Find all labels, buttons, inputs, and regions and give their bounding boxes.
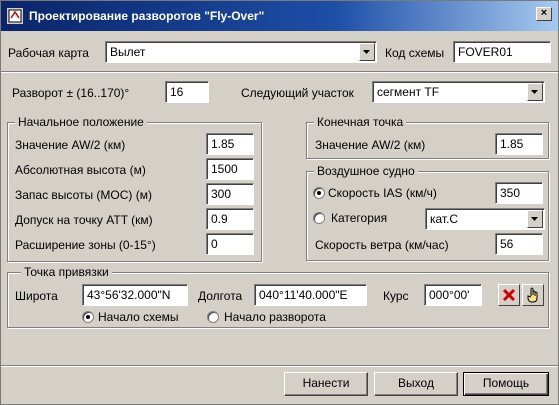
extension-input[interactable]: 0 (206, 233, 254, 255)
apply-button[interactable]: Нанести (284, 372, 368, 396)
dialog-window: Проектирование разворотов "Fly-Over" × Р… (0, 0, 559, 405)
latitude-input[interactable]: 43°56'32.000"N (82, 284, 188, 306)
turn-label: Разворот ± (16..170)° (12, 86, 130, 100)
turn-start-label: Начало разворота (224, 310, 326, 324)
window-title: Проектирование разворотов "Fly-Over" (29, 9, 265, 23)
initial-aw-label: Значение AW/2 (км) (15, 138, 126, 152)
work-map-label: Рабочая карта (8, 46, 89, 60)
wind-label: Скорость ветра (км/час) (315, 238, 449, 252)
att-input[interactable]: 0.9 (206, 208, 254, 230)
work-map-select[interactable]: Вылет (105, 41, 377, 63)
next-segment-label: Следующий участок (241, 86, 354, 100)
clear-button[interactable] (498, 284, 520, 306)
initial-aw-input[interactable]: 1.85 (206, 133, 254, 155)
category-value: кат.С (430, 212, 459, 226)
end-point-title: Конечная точка (314, 115, 407, 129)
scheme-start-radio[interactable] (82, 311, 94, 323)
wind-input[interactable]: 56 (495, 233, 543, 255)
latitude-label: Широта (15, 289, 58, 303)
course-label: Курс (383, 289, 409, 303)
course-input[interactable]: 000°00' (424, 284, 482, 306)
help-button[interactable]: Помощь (463, 372, 549, 396)
chevron-down-icon[interactable] (359, 43, 375, 61)
exit-button[interactable]: Выход (374, 372, 458, 396)
red-x-icon (502, 288, 516, 302)
altitude-input[interactable]: 1500 (206, 158, 254, 180)
category-select[interactable]: кат.С (425, 208, 545, 230)
turn-start-radio[interactable] (207, 311, 219, 323)
moc-input[interactable]: 300 (206, 183, 254, 205)
turn-input[interactable]: 16 (165, 81, 209, 103)
att-label: Допуск на точку ATT (км) (15, 213, 153, 227)
extension-label: Расширение зоны (0-15°) (15, 238, 156, 252)
separator (1, 365, 558, 367)
app-icon (7, 8, 23, 24)
scheme-code-input[interactable]: FOVER01 (453, 41, 551, 63)
longitude-label: Долгота (198, 289, 243, 303)
category-label: Категория (331, 211, 388, 225)
anchor-point-title: Точка привязки (21, 265, 112, 279)
close-button[interactable]: × (536, 7, 552, 21)
chevron-down-icon[interactable] (527, 83, 543, 101)
ias-input[interactable]: 350 (495, 182, 543, 204)
pick-point-button[interactable] (522, 284, 544, 306)
end-aw-label: Значение AW/2 (км) (315, 138, 426, 152)
hand-pointer-icon (527, 287, 538, 303)
ias-label: Скорость IAS (км/ч) (328, 186, 437, 200)
work-map-value: Вылет (110, 45, 146, 59)
ias-radio[interactable] (313, 187, 325, 199)
next-segment-value: сегмент TF (377, 85, 440, 99)
altitude-label: Абсолютная высота (м) (15, 163, 146, 177)
separator (1, 71, 558, 73)
end-aw-input[interactable]: 1.85 (495, 133, 543, 155)
title-bar: Проектирование разворотов "Fly-Over" × (1, 1, 558, 31)
chevron-down-icon[interactable] (527, 210, 543, 228)
next-segment-select[interactable]: сегмент TF (372, 81, 545, 103)
aircraft-title: Воздушное судно (314, 164, 418, 178)
longitude-input[interactable]: 040°11'40.000"E (254, 284, 367, 306)
moc-label: Запас высоты (MOC) (м) (15, 188, 152, 202)
scheme-start-label: Начало схемы (98, 310, 179, 324)
scheme-code-label: Код схемы (385, 46, 445, 60)
initial-position-title: Начальное положение (15, 115, 147, 129)
category-radio[interactable] (313, 212, 325, 224)
